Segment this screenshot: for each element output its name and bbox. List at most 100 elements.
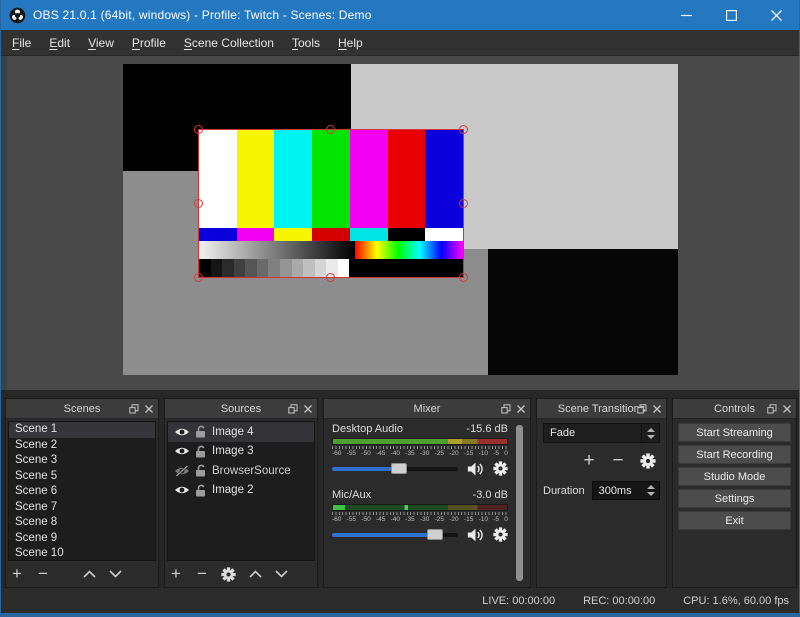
colorbar-castellation-cell [388, 228, 426, 240]
close-button[interactable] [754, 0, 799, 30]
menu-item-scene-collection[interactable]: Scene Collection [175, 32, 283, 54]
selection-handle-top-right[interactable] [459, 125, 468, 134]
colorbar-gray-step [315, 259, 327, 277]
float-panel-icon[interactable] [501, 404, 511, 414]
remove-source-button[interactable]: − [195, 564, 209, 584]
transition-properties-button[interactable] [640, 453, 656, 469]
colorbar-gray-step [338, 259, 350, 277]
volume-slider[interactable] [332, 529, 458, 540]
remove-transition-button[interactable]: − [611, 450, 625, 472]
selection-handle-top-left[interactable] [194, 125, 203, 134]
colorbar-black-tail [349, 259, 463, 277]
close-panel-icon[interactable] [517, 405, 525, 413]
menu-item-tools[interactable]: Tools [283, 32, 329, 54]
scene-move-up-button[interactable] [82, 570, 96, 578]
close-panel-icon[interactable] [783, 405, 791, 413]
scene-move-down-button[interactable] [108, 570, 122, 578]
source-row[interactable]: Image 4 [168, 422, 314, 442]
slider-fill [332, 533, 435, 537]
exit-button[interactable]: Exit [678, 511, 791, 530]
eye-icon[interactable] [174, 445, 190, 457]
mixer-scrollbar[interactable] [516, 425, 523, 581]
scene-row[interactable]: Scene 6 [9, 484, 155, 500]
speaker-icon[interactable] [467, 528, 484, 542]
source-row[interactable]: BrowserSource [168, 461, 314, 481]
selection-handle-middle-right[interactable] [459, 199, 468, 208]
add-scene-button[interactable]: + [10, 564, 24, 584]
menubar: FileEditViewProfileScene CollectionTools… [1, 30, 799, 56]
scene-row[interactable]: Scene 1 [9, 422, 155, 438]
selection-handle-bottom-middle[interactable] [326, 273, 335, 282]
settings-button[interactable]: Settings [678, 489, 791, 508]
menu-item-profile[interactable]: Profile [123, 32, 175, 54]
selection-handle-bottom-right[interactable] [459, 273, 468, 282]
selection-handle-top-middle[interactable] [326, 125, 335, 134]
unlock-icon[interactable] [195, 445, 207, 458]
slider-handle[interactable] [391, 463, 407, 474]
spinbox-arrows-icon[interactable] [643, 482, 659, 499]
source-move-down-button[interactable] [274, 570, 288, 578]
transitions-panel-header[interactable]: Scene Transitions [537, 399, 666, 419]
canvas-image-black-bottomright[interactable] [488, 249, 678, 375]
colorbar-gray-step [303, 259, 315, 277]
start-streaming-button[interactable]: Start Streaming [678, 423, 791, 442]
studio-mode-button[interactable]: Studio Mode [678, 467, 791, 486]
unlock-icon[interactable] [195, 464, 207, 477]
source-row[interactable]: Image 2 [168, 481, 314, 501]
transition-select[interactable]: Fade [543, 423, 660, 443]
unlock-icon[interactable] [195, 484, 207, 497]
controls-panel-header[interactable]: Controls [673, 399, 796, 419]
colorbar-castellation-cell [312, 228, 350, 240]
speaker-icon[interactable] [467, 462, 484, 476]
source-move-up-button[interactable] [248, 570, 262, 578]
channel-settings-gear-icon[interactable] [493, 527, 508, 542]
colorbar-gray-step [257, 259, 269, 277]
float-panel-icon[interactable] [767, 404, 777, 414]
menu-item-view[interactable]: View [79, 32, 123, 54]
channel-settings-gear-icon[interactable] [493, 461, 508, 476]
add-source-button[interactable]: + [169, 564, 183, 584]
start-recording-button[interactable]: Start Recording [678, 445, 791, 464]
titlebar[interactable]: OBS 21.0.1 (64bit, windows) - Profile: T… [1, 0, 799, 30]
float-panel-icon[interactable] [637, 404, 647, 414]
menu-item-help[interactable]: Help [329, 32, 372, 54]
menu-item-file[interactable]: File [3, 32, 40, 54]
scene-row[interactable]: Scene 3 [9, 453, 155, 469]
scene-row[interactable]: Scene 2 [9, 438, 155, 454]
add-transition-button[interactable]: + [582, 450, 596, 472]
source-row[interactable]: Image 3 [168, 442, 314, 462]
sources-panel-header[interactable]: Sources [165, 399, 317, 419]
scene-row[interactable]: Scene 9 [9, 531, 155, 547]
slider-handle[interactable] [427, 529, 443, 540]
close-panel-icon[interactable] [145, 405, 153, 413]
selection-handle-bottom-left[interactable] [194, 273, 203, 282]
scene-row[interactable]: Scene 10 [9, 546, 155, 561]
close-panel-icon[interactable] [304, 405, 312, 413]
duration-spinbox[interactable]: 300ms [592, 481, 660, 500]
selection-handle-middle-left[interactable] [194, 199, 203, 208]
float-panel-icon[interactable] [288, 404, 298, 414]
volume-slider[interactable] [332, 463, 458, 474]
menu-item-edit[interactable]: Edit [40, 32, 79, 54]
source-label: Image 4 [212, 426, 254, 438]
minimize-button[interactable] [664, 0, 709, 30]
eye-icon[interactable] [174, 484, 190, 496]
eye-icon[interactable] [174, 426, 190, 438]
close-panel-icon[interactable] [653, 405, 661, 413]
maximize-button[interactable] [709, 0, 754, 30]
scenes-panel-header[interactable]: Scenes [6, 399, 158, 419]
mixer-panel-header[interactable]: Mixer [324, 399, 530, 419]
scene-row[interactable]: Scene 8 [9, 515, 155, 531]
colorbar-castellation-cell [274, 228, 312, 240]
unlock-icon[interactable] [195, 425, 207, 438]
eye-off-icon[interactable] [174, 465, 190, 477]
float-panel-icon[interactable] [129, 404, 139, 414]
scene-row[interactable]: Scene 7 [9, 500, 155, 516]
combo-arrows-icon[interactable] [641, 424, 659, 442]
source-properties-button[interactable] [221, 567, 236, 582]
remove-scene-button[interactable]: − [36, 564, 50, 584]
tick-label: -55 [347, 450, 356, 457]
scene-row[interactable]: Scene 5 [9, 469, 155, 485]
tick-label: -40 [391, 450, 400, 457]
selected-source-colorbars[interactable] [198, 129, 464, 278]
